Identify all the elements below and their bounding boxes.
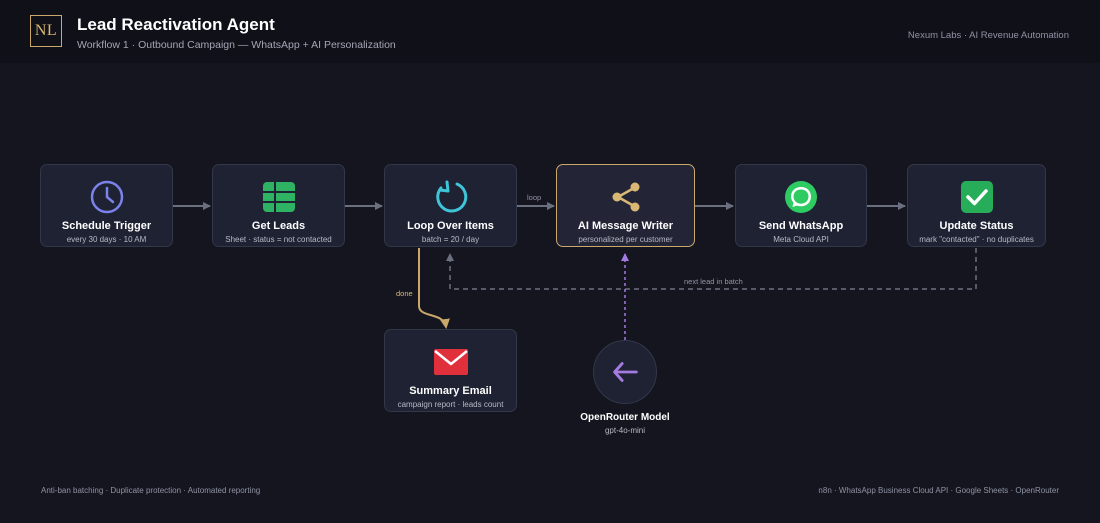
footer-stack: n8n · WhatsApp Business Cloud API · Goog… (818, 486, 1059, 495)
check-icon (960, 181, 993, 213)
node-label: Get Leads (251, 220, 306, 232)
node-description: Meta Cloud API (773, 235, 829, 244)
node-label: OpenRouter Model (580, 412, 670, 423)
node-label: Loop Over Items (407, 220, 494, 232)
sheet-icon (262, 182, 295, 212)
node-openrouter-model[interactable] (593, 340, 657, 404)
node-description: every 30 days · 10 AM (66, 235, 147, 244)
node-label: Summary Email (409, 385, 492, 397)
node-update-status[interactable]: Update Status mark "contacted" · no dupl… (907, 164, 1046, 247)
edge-label-next-lead: next lead in batch (684, 277, 743, 286)
node-description: campaign report · leads count (397, 400, 504, 409)
node-send-whatsapp[interactable]: Send WhatsApp Meta Cloud API (735, 164, 867, 247)
edge-label-loop: loop (527, 193, 542, 202)
footer-features: Anti-ban batching · Duplicate protection… (41, 486, 261, 495)
whatsapp-icon (785, 181, 817, 213)
edge-label-done: done (396, 289, 413, 298)
edge-loop-done-to-summary (418, 248, 450, 329)
clock-icon (90, 180, 123, 214)
node-ai-message-writer[interactable]: AI Message Writer personalized per custo… (556, 164, 695, 247)
node-label: AI Message Writer (577, 220, 674, 232)
node-description: Sheet · status = not contacted (225, 235, 332, 244)
node-description: batch = 20 / day (421, 235, 480, 244)
share-icon (612, 182, 639, 212)
connector-layer (173, 202, 977, 340)
node-loop-over-items[interactable]: Loop Over Items batch = 20 / day (384, 164, 517, 247)
node-description: personalized per customer (578, 235, 673, 244)
node-description: gpt-4o-mini (604, 426, 645, 435)
node-label: Send WhatsApp (758, 220, 844, 232)
arrow-left-icon (613, 362, 638, 382)
node-get-leads[interactable]: Get Leads Sheet · status = not contacted (212, 164, 345, 247)
mail-icon (433, 349, 468, 375)
node-label: Update Status (939, 220, 1014, 232)
node-schedule-trigger[interactable]: Schedule Trigger every 30 days · 10 AM (40, 164, 173, 247)
node-summary-email[interactable]: Summary Email campaign report · leads co… (384, 329, 517, 412)
loop-icon (435, 180, 467, 213)
node-description: mark "contacted" · no duplicates (919, 235, 1034, 244)
node-label: Schedule Trigger (61, 220, 152, 232)
